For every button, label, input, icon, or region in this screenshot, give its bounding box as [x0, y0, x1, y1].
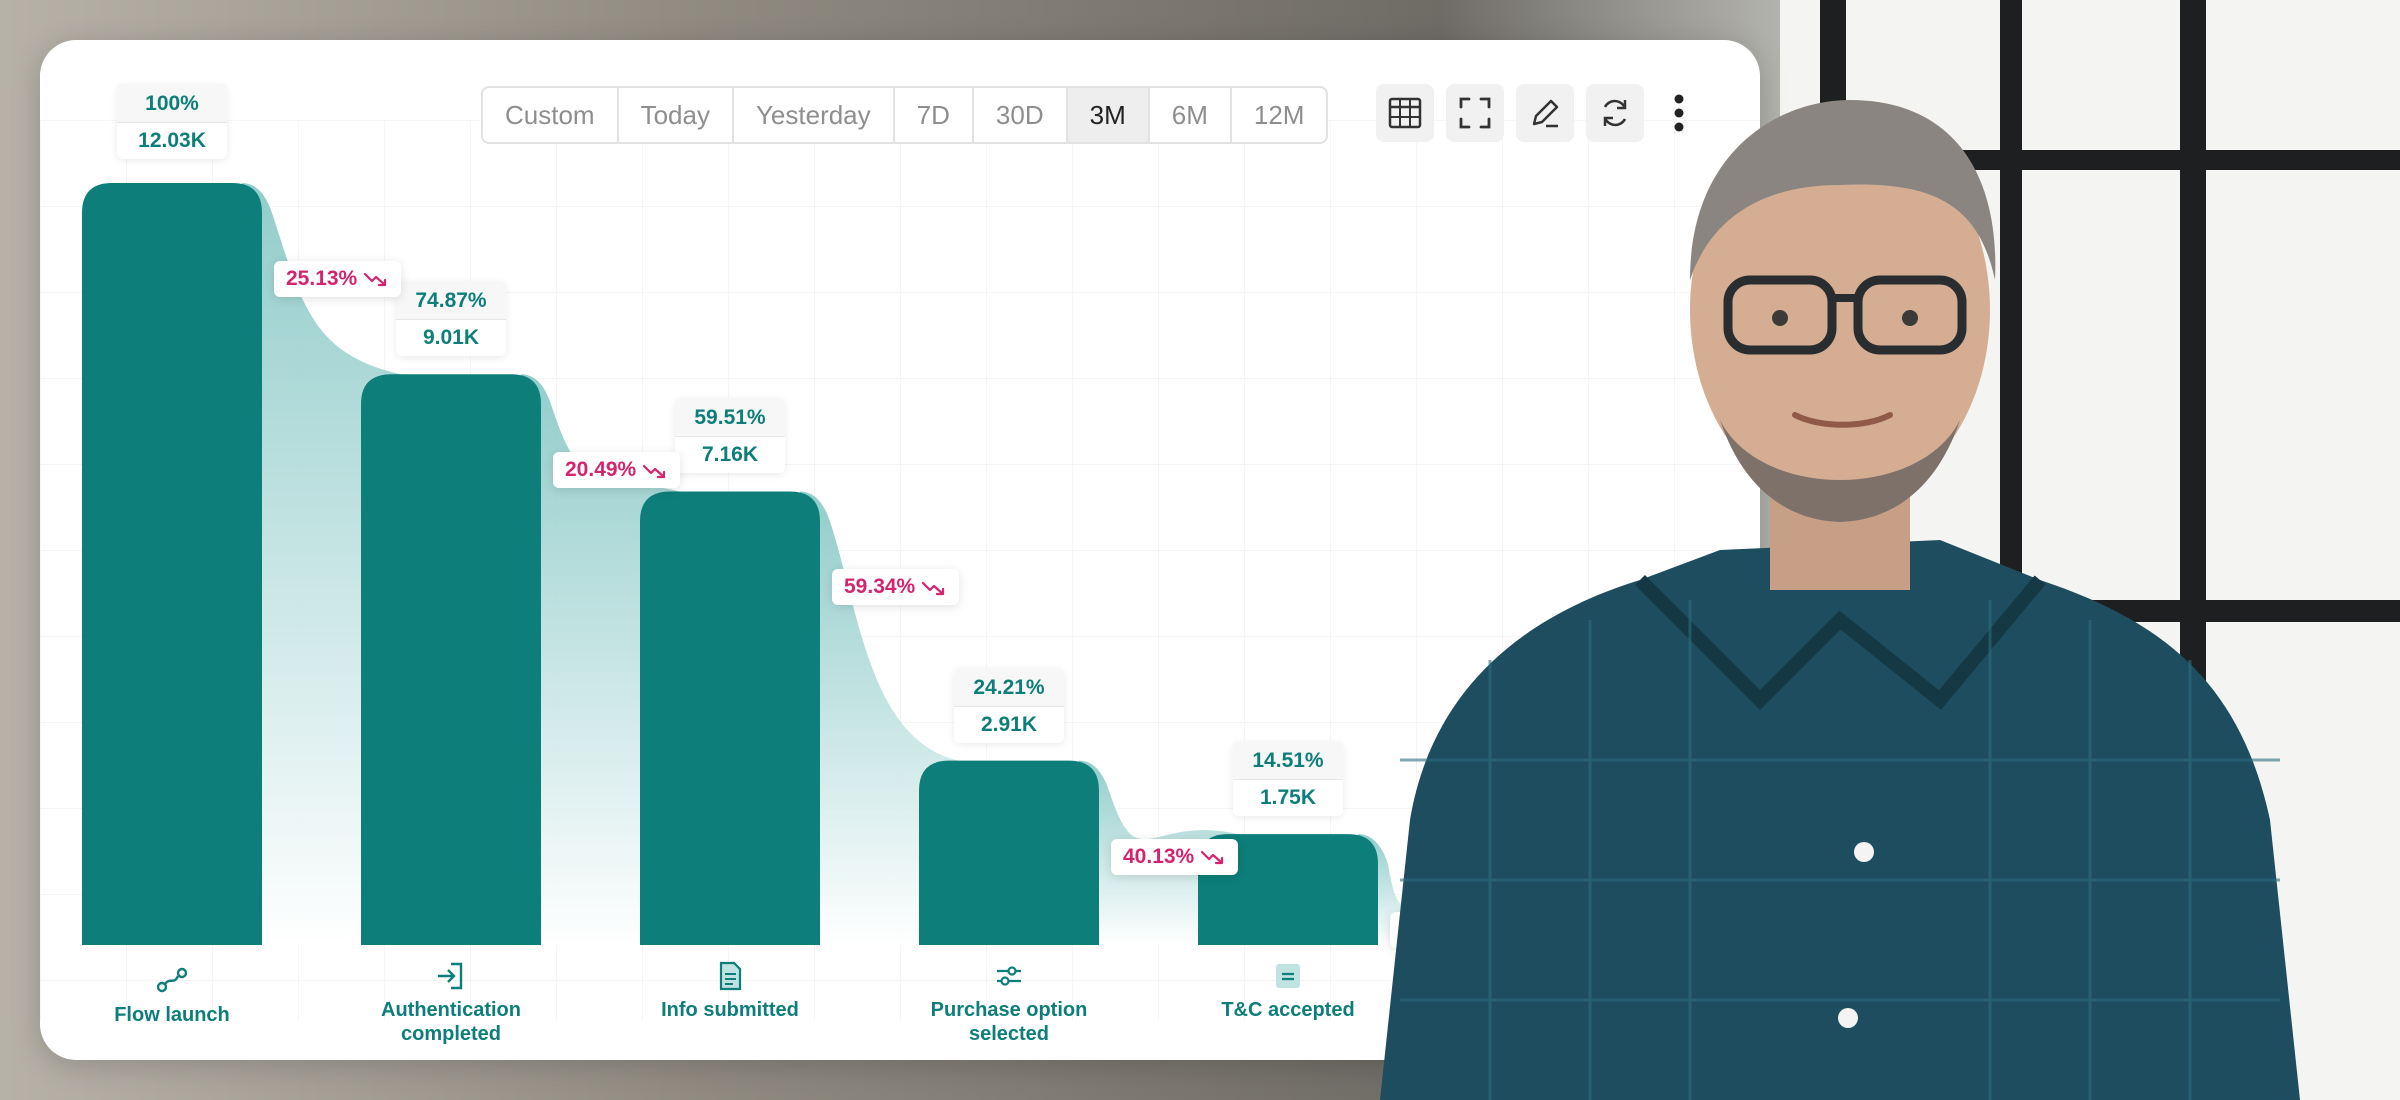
bar-value-label: 14.51% 1.75K	[1233, 741, 1343, 817]
date-range-selector: Custom Today Yesterday 7D 30D 3M 6M 12M	[481, 86, 1329, 144]
range-option-30d[interactable]: 30D	[974, 88, 1068, 142]
range-option-3m[interactable]: 3M	[1067, 88, 1150, 142]
bar-count-label: 12.03K	[117, 123, 227, 159]
flow-icon	[156, 967, 188, 993]
bar-count-label: 1.75K	[1233, 780, 1343, 817]
dropoff-percent: 20.49%	[565, 458, 637, 482]
bar-count-label: 2.91K	[954, 706, 1064, 743]
range-option-custom[interactable]: Custom	[483, 88, 619, 142]
dropoff-badge: 40.13%	[1111, 838, 1239, 875]
trend-down-icon	[1201, 851, 1224, 865]
sliders-icon	[997, 966, 1021, 986]
funnel-step-label: Purchase option selected	[909, 960, 1109, 1046]
document-icon	[719, 961, 742, 991]
bar-percent-label: 14.51%	[1233, 741, 1343, 781]
trend-down-icon	[643, 464, 666, 478]
bar-percent-label: 74.87%	[396, 281, 506, 321]
trend-down-icon	[922, 581, 945, 596]
trend-down-icon	[364, 273, 387, 287]
step-name: Purchase option selected	[930, 999, 1088, 1045]
dropoff-badge: 59.34%	[832, 569, 960, 606]
bar-percent-label: 24.21%	[954, 668, 1064, 707]
bar-count-label: 7.16K	[675, 437, 785, 474]
dropoff-badge: 25.13%	[274, 261, 402, 297]
dropoff-badge: 20.49%	[553, 452, 681, 489]
bar-percent-label: 100%	[117, 84, 227, 123]
checklist-icon	[1276, 964, 1300, 988]
range-option-7d[interactable]: 7D	[895, 88, 974, 142]
funnel-step-label: Flow launch	[72, 965, 272, 1027]
bar-percent-label: 59.51%	[675, 398, 785, 438]
dropoff-percent: 25.13%	[286, 267, 358, 290]
step-name: T&C accepted	[1221, 999, 1355, 1021]
bar-value-label: 59.51% 7.16K	[675, 398, 785, 474]
step-name: Flow launch	[114, 1004, 230, 1026]
range-option-6m[interactable]: 6M	[1150, 88, 1232, 142]
funnel-bar[interactable]	[919, 760, 1099, 945]
range-option-today[interactable]: Today	[619, 88, 734, 142]
bar-value-label: 74.87% 9.01K	[396, 281, 506, 357]
funnel-bar[interactable]	[640, 491, 820, 945]
person-photo	[1380, 100, 2300, 1100]
step-name: Authentication completed	[381, 999, 521, 1045]
range-option-12m[interactable]: 12M	[1232, 88, 1327, 142]
login-icon	[438, 962, 463, 990]
bar-count-label: 9.01K	[396, 320, 506, 357]
bar-value-label: 24.21% 2.91K	[954, 667, 1064, 743]
range-option-yesterday[interactable]: Yesterday	[734, 88, 895, 142]
funnel-step-label: Info submitted	[630, 960, 830, 1022]
funnel-step-label: Authentication completed	[351, 960, 551, 1046]
dropoff-percent: 59.34%	[844, 575, 916, 599]
step-name: Info submitted	[661, 999, 799, 1021]
funnel-bar[interactable]	[361, 374, 541, 946]
funnel-bar[interactable]	[82, 183, 262, 945]
bar-value-label: 100% 12.03K	[117, 84, 227, 159]
dropoff-percent: 40.13%	[1123, 844, 1195, 868]
